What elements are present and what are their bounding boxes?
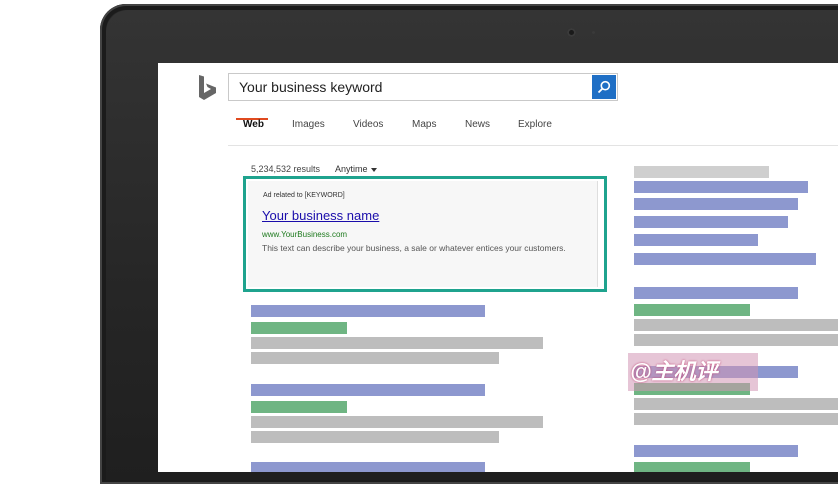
sensor-icon xyxy=(592,31,595,34)
search-input[interactable] xyxy=(239,74,579,100)
sidebar-placeholder xyxy=(634,166,769,178)
result-snippet-placeholder xyxy=(251,352,499,364)
search-button[interactable] xyxy=(592,75,616,99)
sidebar-placeholder xyxy=(634,253,816,265)
result-snippet-placeholder xyxy=(251,416,543,428)
tab-explore[interactable]: Explore xyxy=(518,119,552,130)
tab-news[interactable]: News xyxy=(465,119,490,130)
ad-description: This text can describe your business, a … xyxy=(262,243,566,253)
search-icon xyxy=(597,80,611,94)
sidebar-placeholder xyxy=(634,181,808,193)
ad-card: Ad related to [KEYWORD] Your business na… xyxy=(248,181,598,287)
tab-images[interactable]: Images xyxy=(292,119,325,130)
result-title-placeholder xyxy=(251,305,485,317)
ad-url[interactable]: www.YourBusiness.com xyxy=(262,230,347,239)
watermark: @主机评 xyxy=(628,353,758,391)
result-url-placeholder xyxy=(251,322,347,334)
sidebar-placeholder xyxy=(634,234,758,246)
time-filter-label: Anytime xyxy=(335,164,368,174)
tabs-divider xyxy=(228,145,838,146)
sidebar-placeholder xyxy=(634,319,838,331)
sidebar-placeholder xyxy=(634,445,798,457)
sidebar-placeholder xyxy=(634,287,798,299)
tab-web[interactable]: Web xyxy=(243,119,264,130)
result-title-placeholder xyxy=(251,384,485,396)
ad-label: Ad related to [KEYWORD] xyxy=(263,192,345,199)
sidebar-placeholder xyxy=(634,304,750,316)
browser-screen: Web Images Videos Maps News Explore 5,23… xyxy=(158,63,838,472)
sidebar-placeholder xyxy=(634,462,750,472)
ad-title-link[interactable]: Your business name xyxy=(262,208,379,223)
result-count: 5,234,532 results xyxy=(251,164,321,174)
sidebar-placeholder xyxy=(634,216,788,228)
result-snippet-placeholder xyxy=(251,431,499,443)
time-filter-dropdown[interactable]: Anytime xyxy=(335,164,377,174)
bing-logo-icon[interactable] xyxy=(196,73,220,103)
camera-icon xyxy=(567,28,576,37)
tab-videos[interactable]: Videos xyxy=(353,119,383,130)
ad-result: Ad related to [KEYWORD] Your business na… xyxy=(243,176,607,292)
result-snippet-placeholder xyxy=(251,337,543,349)
sidebar-placeholder xyxy=(634,398,838,410)
sidebar-placeholder xyxy=(634,198,798,210)
tab-maps[interactable]: Maps xyxy=(412,119,436,130)
search-box xyxy=(228,73,618,101)
chevron-down-icon xyxy=(370,167,377,172)
result-url-placeholder xyxy=(251,401,347,413)
sidebar-placeholder xyxy=(634,334,838,346)
result-title-placeholder xyxy=(251,462,485,472)
sidebar-placeholder xyxy=(634,413,838,425)
